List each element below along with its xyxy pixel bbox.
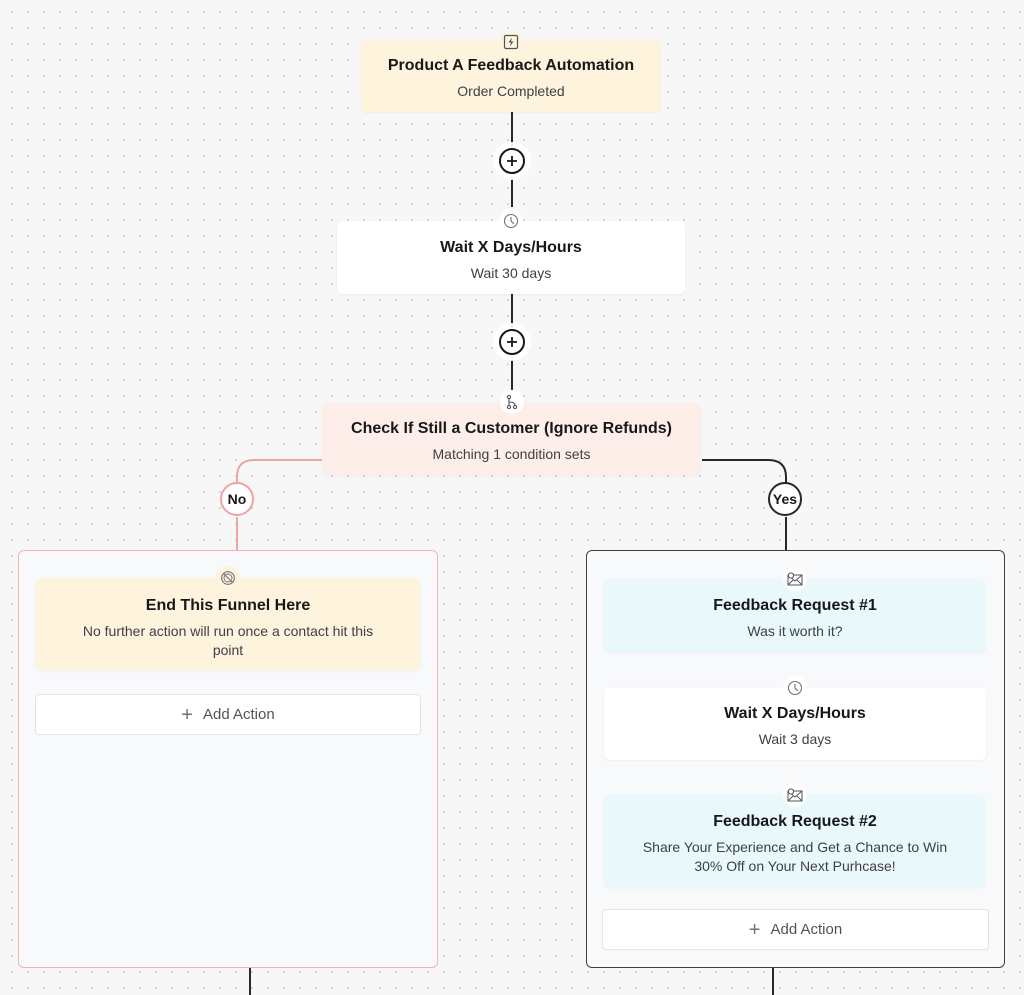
email-node[interactable]: Feedback Request #1 Was it worth it? — [604, 567, 986, 652]
wait-node[interactable]: Wait X Days/Hours Wait 3 days — [604, 676, 986, 760]
add-action-label: Add Action — [770, 921, 843, 938]
email-subtitle: Share Your Experience and Get a Chance t… — [642, 839, 948, 874]
email-icon — [783, 783, 807, 807]
email-title: Feedback Request #1 — [713, 597, 877, 614]
yes-branch-badge[interactable]: Yes — [768, 482, 802, 516]
connector-plus-to-wait — [511, 177, 513, 207]
no-branch-badge[interactable]: No — [220, 482, 254, 516]
plus-icon — [507, 337, 517, 347]
wait-node[interactable]: Wait X Days/Hours Wait 30 days — [337, 209, 685, 294]
plus-icon: + — [748, 918, 761, 941]
add-step-button[interactable] — [499, 148, 525, 174]
trigger-title: Product A Feedback Automation — [387, 57, 635, 74]
wait-title: Wait X Days/Hours — [724, 705, 866, 722]
condition-node[interactable]: Check If Still a Customer (Ignore Refund… — [322, 390, 701, 475]
wait-title: Wait X Days/Hours — [440, 239, 582, 256]
clock-icon — [499, 209, 523, 233]
end-funnel-subtitle: No further action will run once a contac… — [82, 623, 374, 658]
email-icon — [783, 567, 807, 591]
no-branch-label: No — [227, 491, 247, 507]
plus-icon — [507, 156, 517, 166]
email-title: Feedback Request #2 — [713, 813, 877, 830]
branch-icon — [499, 390, 524, 414]
wait-subtitle: Wait 3 days — [758, 731, 832, 747]
end-funnel-title: End This Funnel Here — [145, 597, 311, 614]
end-funnel-node[interactable]: End This Funnel Here No further action w… — [36, 566, 420, 670]
plus-icon: + — [181, 703, 193, 726]
connector-no-exit — [249, 967, 251, 995]
connector-trigger-to-plus — [511, 112, 513, 147]
add-step-button[interactable] — [499, 329, 525, 355]
add-action-button[interactable]: + Add Action — [602, 909, 989, 950]
connector-yes-exit — [772, 967, 774, 995]
email-node[interactable]: Feedback Request #2 Share Your Experienc… — [604, 783, 986, 887]
clock-icon — [783, 676, 807, 700]
yes-branch-label: Yes — [772, 491, 798, 507]
trigger-subtitle: Order Completed — [457, 83, 565, 99]
add-action-label: Add Action — [202, 706, 275, 723]
condition-title: Check If Still a Customer (Ignore Refund… — [351, 420, 672, 437]
email-subtitle: Was it worth it? — [747, 623, 843, 639]
add-action-button[interactable]: + Add Action — [35, 694, 421, 735]
wait-subtitle: Wait 30 days — [470, 265, 552, 281]
connector-wait-to-plus — [511, 294, 513, 328]
trigger-node[interactable]: Product A Feedback Automation Order Comp… — [361, 30, 661, 112]
end-funnel-icon — [216, 566, 240, 590]
condition-subtitle: Matching 1 condition sets — [432, 446, 591, 462]
connector-plus-to-condition — [511, 360, 513, 390]
lightning-icon — [499, 30, 523, 54]
